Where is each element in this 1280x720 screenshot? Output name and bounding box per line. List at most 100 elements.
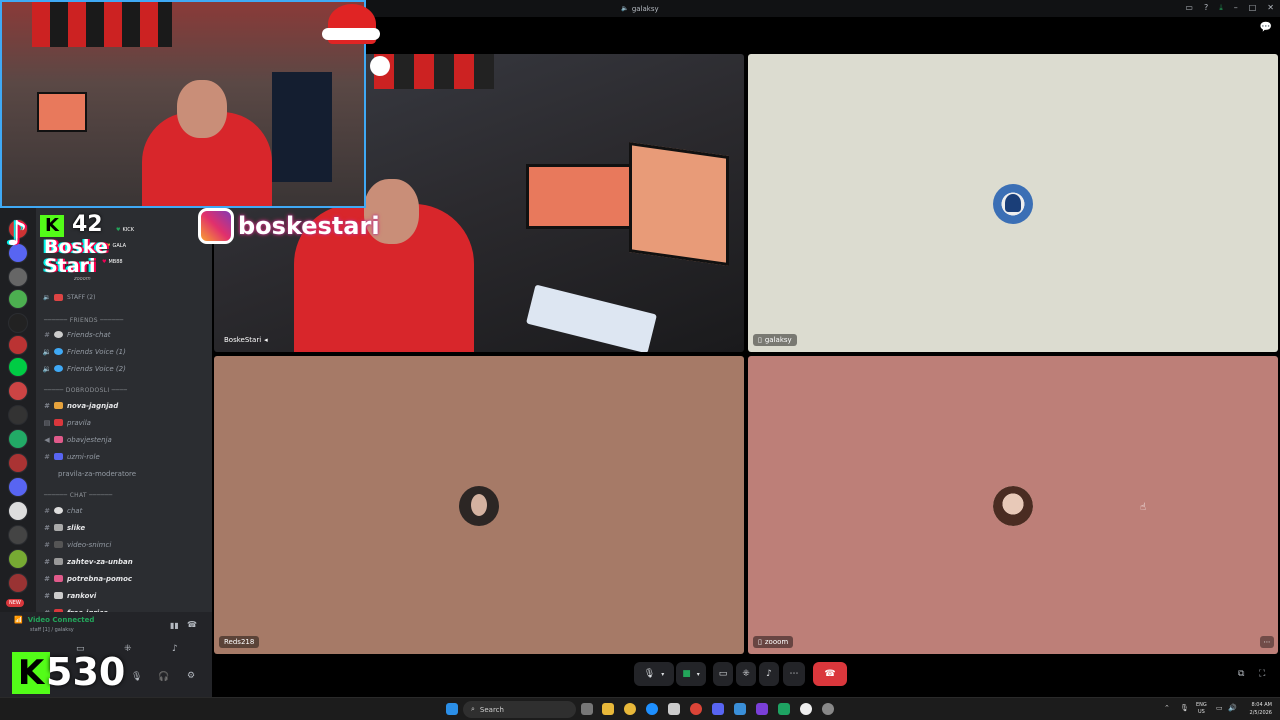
clock[interactable]: 8:04 AM 2/5/2026 bbox=[1250, 701, 1272, 717]
video-tile-zooom[interactable]: ▯ zooom ⋯ ☝ bbox=[748, 356, 1278, 654]
instagram-handle: boskestari bbox=[238, 212, 380, 240]
tile-name-label: ▯ zooom bbox=[753, 636, 794, 648]
tile-name-label: Reds218 bbox=[219, 636, 260, 648]
start-button[interactable] bbox=[446, 703, 458, 715]
voice-location[interactable]: staff [1] / galaksy bbox=[30, 627, 74, 633]
browser-icon[interactable] bbox=[646, 703, 658, 715]
download-icon[interactable]: ⤓ bbox=[1219, 2, 1223, 14]
channel-rankovi[interactable]: # rankovi bbox=[40, 588, 96, 603]
settings-icon[interactable]: ⚙ bbox=[187, 671, 195, 681]
chrome-icon[interactable] bbox=[690, 703, 702, 715]
app-icon[interactable] bbox=[668, 703, 680, 715]
voice-channel-friends-1[interactable]: 🔉 Friends Voice (1) bbox=[40, 344, 126, 359]
server-icon[interactable] bbox=[8, 573, 28, 593]
more-options-button[interactable]: ⋯ bbox=[1260, 636, 1274, 648]
streamer-webcam-overlay bbox=[0, 0, 366, 208]
server-icon[interactable] bbox=[8, 477, 28, 497]
category-dobrodosli[interactable]: ───── DOBRODOSLI ──── bbox=[44, 387, 127, 397]
server-icon[interactable] bbox=[8, 313, 28, 333]
mic-tray-icon[interactable]: 🎙 bbox=[1180, 704, 1189, 712]
app-icon[interactable] bbox=[800, 703, 812, 715]
app-icon[interactable] bbox=[778, 703, 790, 715]
noise-suppression-icon[interactable]: ▮▮ bbox=[170, 621, 179, 630]
speaker-icon: ◂ bbox=[264, 336, 268, 344]
tile-name-label: ▯ galaksy bbox=[753, 334, 797, 346]
activities-icon: ⁜ bbox=[742, 669, 750, 679]
phone-icon: ▯ bbox=[758, 336, 762, 344]
deafen-icon[interactable]: 🎧 bbox=[158, 672, 169, 682]
chrome-icon[interactable] bbox=[624, 703, 636, 715]
voice-connected-status[interactable]: 📶 Video Connected bbox=[14, 616, 94, 624]
server-icon[interactable] bbox=[8, 429, 28, 449]
voice-channel-staff[interactable]: 🔉 STAFF (2) bbox=[40, 290, 95, 305]
follower-count-top: 42 bbox=[72, 212, 103, 237]
settings-icon[interactable] bbox=[822, 703, 834, 715]
soundboard-icon[interactable]: ♪ bbox=[172, 644, 178, 654]
speaker-icon: 🔉 bbox=[42, 364, 52, 373]
window-title-wrap: 🔈 galaksy bbox=[621, 5, 658, 13]
server-icon[interactable] bbox=[8, 289, 28, 309]
hang-up-button[interactable]: ☎ bbox=[813, 662, 847, 686]
category-chat[interactable]: ────── CHAT ────── bbox=[44, 492, 113, 502]
server-icon[interactable] bbox=[8, 335, 28, 355]
channel-slike[interactable]: # slike bbox=[40, 520, 85, 535]
santa-hat-decoration bbox=[322, 0, 390, 76]
server-icon[interactable] bbox=[8, 525, 28, 545]
soundboard-button[interactable]: ♪ bbox=[759, 662, 779, 686]
chat-bubble-icon[interactable]: 💬 bbox=[1260, 22, 1272, 33]
channel-zahtev-za-unban[interactable]: # zahtev-za-unban bbox=[40, 554, 133, 569]
voice-channel-friends-2[interactable]: 🔉 Friends Voice (2) bbox=[40, 361, 126, 376]
activities-button[interactable]: ⁜ bbox=[736, 662, 756, 686]
disconnect-icon[interactable]: ☎ bbox=[187, 620, 197, 629]
channel-uzmi-role[interactable]: # uzmi-role bbox=[40, 449, 100, 464]
monitor-image bbox=[37, 92, 87, 132]
category-friends[interactable]: ────── FRIENDS ────── bbox=[44, 317, 124, 327]
camera-control[interactable]: ■ ▾ bbox=[676, 662, 706, 686]
mic-control[interactable]: 🎙 ▾ bbox=[634, 662, 674, 686]
fullscreen-icon[interactable]: ⛶ bbox=[1259, 669, 1265, 679]
task-view-icon[interactable] bbox=[581, 703, 593, 715]
help-icon[interactable]: ? bbox=[1204, 2, 1208, 14]
server-icon[interactable] bbox=[8, 267, 28, 287]
channel-chat[interactable]: # chat bbox=[40, 503, 82, 518]
tray-chevron-icon[interactable]: ⌃ bbox=[1164, 704, 1170, 712]
language-indicator[interactable]: ENG US bbox=[1196, 702, 1207, 716]
channel-pravila[interactable]: ▤ pravila bbox=[40, 415, 91, 430]
mute-icon[interactable]: 🎙 bbox=[131, 672, 142, 682]
channel-nova-jagnjad[interactable]: # nova-jagnjad bbox=[40, 398, 118, 413]
screen-share-button[interactable]: ▭ bbox=[713, 662, 733, 686]
video-tile-galaksy[interactable]: ▯ galaksy bbox=[748, 54, 1278, 352]
minimize-button[interactable]: – bbox=[1234, 2, 1238, 14]
server-icon[interactable] bbox=[8, 549, 28, 569]
channel-video-snimci[interactable]: # video-snimci bbox=[40, 537, 111, 552]
server-icon[interactable] bbox=[8, 453, 28, 473]
file-explorer-icon[interactable] bbox=[602, 703, 614, 715]
server-icon[interactable] bbox=[8, 357, 28, 377]
media-icon[interactable] bbox=[734, 703, 746, 715]
channel-obavjestenja[interactable]: ◀ obavjestenja bbox=[40, 432, 111, 447]
chevron-down-icon: ▾ bbox=[696, 670, 700, 678]
close-button[interactable]: ✕ bbox=[1267, 2, 1274, 14]
server-icon[interactable] bbox=[8, 501, 28, 521]
channel-friends-chat[interactable]: # Friends-chat bbox=[40, 327, 110, 342]
channel-pravila-za-moderatore[interactable]: pravila-za-moderatore bbox=[40, 466, 136, 481]
server-icon[interactable] bbox=[8, 381, 28, 401]
more-button[interactable]: ⋯ bbox=[783, 662, 805, 686]
instagram-icon bbox=[198, 208, 234, 244]
channel-potrebna-pomoc[interactable]: # potrebna-pomoc bbox=[40, 571, 132, 586]
monitor-image bbox=[526, 164, 636, 229]
maximize-button[interactable]: □ bbox=[1249, 2, 1257, 14]
new-badge: NEW bbox=[6, 599, 24, 607]
video-tile-reds218[interactable]: Reds218 bbox=[214, 356, 744, 654]
network-icon[interactable]: ▭ bbox=[1216, 704, 1223, 712]
role-kick: ♥ KICK bbox=[116, 226, 135, 233]
search-input[interactable]: ⌕ Search bbox=[463, 701, 576, 718]
volume-icon[interactable]: 🔊 bbox=[1228, 704, 1237, 712]
popout-icon[interactable]: ⧉ bbox=[1238, 669, 1244, 679]
acoustic-panels bbox=[32, 2, 172, 47]
avatar bbox=[993, 184, 1033, 224]
server-icon[interactable] bbox=[8, 405, 28, 425]
app-icon[interactable] bbox=[756, 703, 768, 715]
inbox-icon[interactable]: ▭ bbox=[1185, 2, 1193, 14]
discord-icon[interactable] bbox=[712, 703, 724, 715]
